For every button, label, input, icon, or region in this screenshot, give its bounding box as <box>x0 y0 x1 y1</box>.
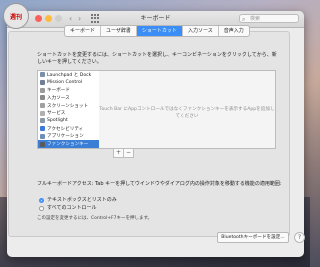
category-item-screenshots[interactable]: スクリーンショット <box>38 102 100 110</box>
category-item-services[interactable]: サービス <box>38 109 100 117</box>
category-label: スクリーンショット <box>47 103 89 109</box>
keyboard-icon <box>40 87 45 93</box>
mission-control-icon <box>40 80 45 86</box>
tab-dictation[interactable]: 音声入力 <box>219 26 249 36</box>
screenshot-icon <box>40 103 45 109</box>
radio-button-unchecked[interactable] <box>39 206 44 211</box>
setup-bluetooth-keyboard-button[interactable]: Bluetoothキーボードを設定... <box>217 232 289 243</box>
radio-all-controls[interactable]: すべてのコントロール <box>39 205 96 212</box>
services-icon <box>40 110 45 116</box>
shortcut-description: ショートカットを変更するには、ショートカットを選択し、キーコンビネーションをクリ… <box>37 52 277 65</box>
applications-icon <box>40 133 45 139</box>
help-button[interactable]: ? <box>294 232 305 243</box>
control-f7-note: この設定を変更するには、Control+F7キーを押します。 <box>37 216 153 221</box>
category-item-input-sources[interactable]: 入力ソース <box>38 94 100 102</box>
logo-text: 週刊 <box>9 13 22 21</box>
empty-state-text: Touch Bar にAppコントロールではなくファンクションキーを表示するAp… <box>99 107 275 119</box>
add-button[interactable]: + <box>114 149 124 157</box>
category-item-applications[interactable]: アプリケーション <box>38 133 100 141</box>
radio-button-checked[interactable] <box>39 198 44 203</box>
category-list: Launchpad と Dock Mission Control キーボード 入… <box>37 70 101 149</box>
category-label: Launchpad と Dock <box>47 72 92 78</box>
accessibility-icon <box>40 126 45 132</box>
tab-shortcuts[interactable]: ショートカット <box>136 26 183 36</box>
search-placeholder: 検索 <box>250 16 261 22</box>
tab-bar: キーボード ユーザ辞書 ショートカット 入力ソース 音声入力 <box>64 25 250 37</box>
category-label: ファンクションキー <box>47 142 89 148</box>
tab-user-dictionary[interactable]: ユーザ辞書 <box>101 26 137 36</box>
tab-keyboard[interactable]: キーボード <box>65 26 102 36</box>
input-sources-icon <box>40 95 45 101</box>
category-item-keyboard[interactable]: キーボード <box>38 86 100 94</box>
full-keyboard-access-label: フルキーボードアクセス: Tab キーを押してウインドウやダイアログ内の操作対象… <box>37 181 282 187</box>
search-icon: ⌕ <box>242 16 246 23</box>
category-item-accessibility[interactable]: アクセシビリティ <box>38 125 100 133</box>
category-label: サービス <box>47 111 66 117</box>
category-label: アプリケーション <box>47 134 84 140</box>
category-item-mission-control[interactable]: Mission Control <box>38 79 100 87</box>
shortcut-detail-pane: Touch Bar にAppコントロールではなくファンクションキーを表示するAp… <box>99 70 276 149</box>
radio-label: すべてのコントロール <box>47 205 97 211</box>
category-label: Mission Control <box>47 80 83 86</box>
radio-label: テキストボックスとリストのみ <box>47 197 117 203</box>
spotlight-icon <box>40 118 45 124</box>
search-input[interactable]: ⌕ 検索 <box>239 14 299 23</box>
add-remove-control: + − <box>113 148 134 158</box>
category-item-function-keys[interactable]: ファンクションキー <box>38 140 100 148</box>
function-keys-icon <box>40 141 45 147</box>
radio-text-boxes-only[interactable]: テキストボックスとリストのみ <box>39 197 117 204</box>
remove-button[interactable]: − <box>124 149 133 157</box>
category-label: キーボード <box>47 88 70 94</box>
launchpad-icon <box>40 72 45 78</box>
category-label: 入力ソース <box>47 95 70 101</box>
category-label: Spotlight <box>47 118 68 124</box>
category-item-spotlight[interactable]: Spotlight <box>38 117 100 125</box>
category-label: アクセシビリティ <box>47 126 84 132</box>
tab-input-sources[interactable]: 入力ソース <box>183 26 219 36</box>
site-logo: 週刊 <box>3 3 29 29</box>
category-item-launchpad[interactable]: Launchpad と Dock <box>38 71 100 79</box>
